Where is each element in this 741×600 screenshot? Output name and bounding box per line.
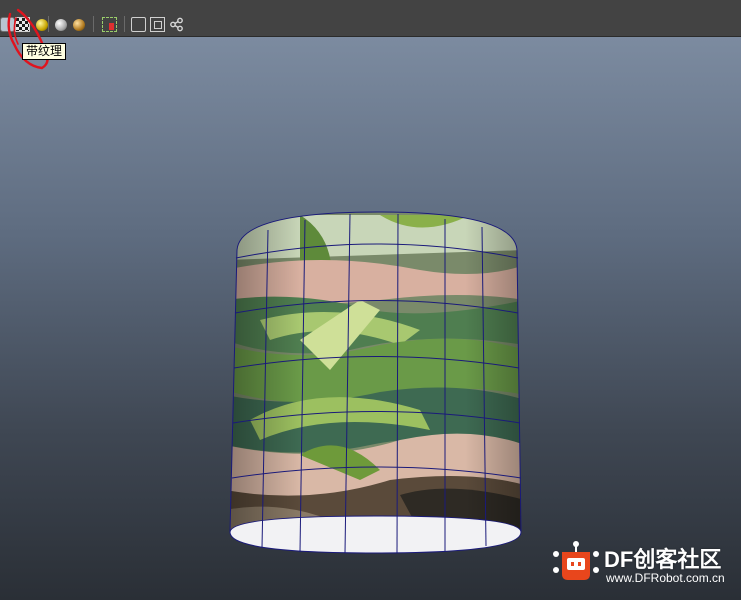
textured-tooltip: 带纹理 (22, 43, 67, 60)
robot-logo-icon (553, 541, 599, 580)
toolbar-separator (124, 16, 125, 32)
3d-viewport[interactable] (0, 37, 741, 600)
isolate-select-icon[interactable] (102, 17, 117, 32)
node-graph-icon[interactable] (169, 17, 184, 32)
watermark-url: www.DFRobot.com.cn (606, 571, 725, 585)
xray-icon[interactable] (150, 17, 165, 32)
annotation-circle (7, 8, 49, 70)
textured-cylinder[interactable] (0, 37, 741, 600)
watermark-brand: DF创客社区 (604, 547, 722, 572)
bounding-box-icon[interactable] (131, 17, 146, 32)
dfrobot-watermark: DF创客社区 www.DFRobot.com.cn (552, 540, 738, 592)
toolbar-separator (93, 16, 94, 32)
viewport-toolbar (0, 0, 741, 37)
